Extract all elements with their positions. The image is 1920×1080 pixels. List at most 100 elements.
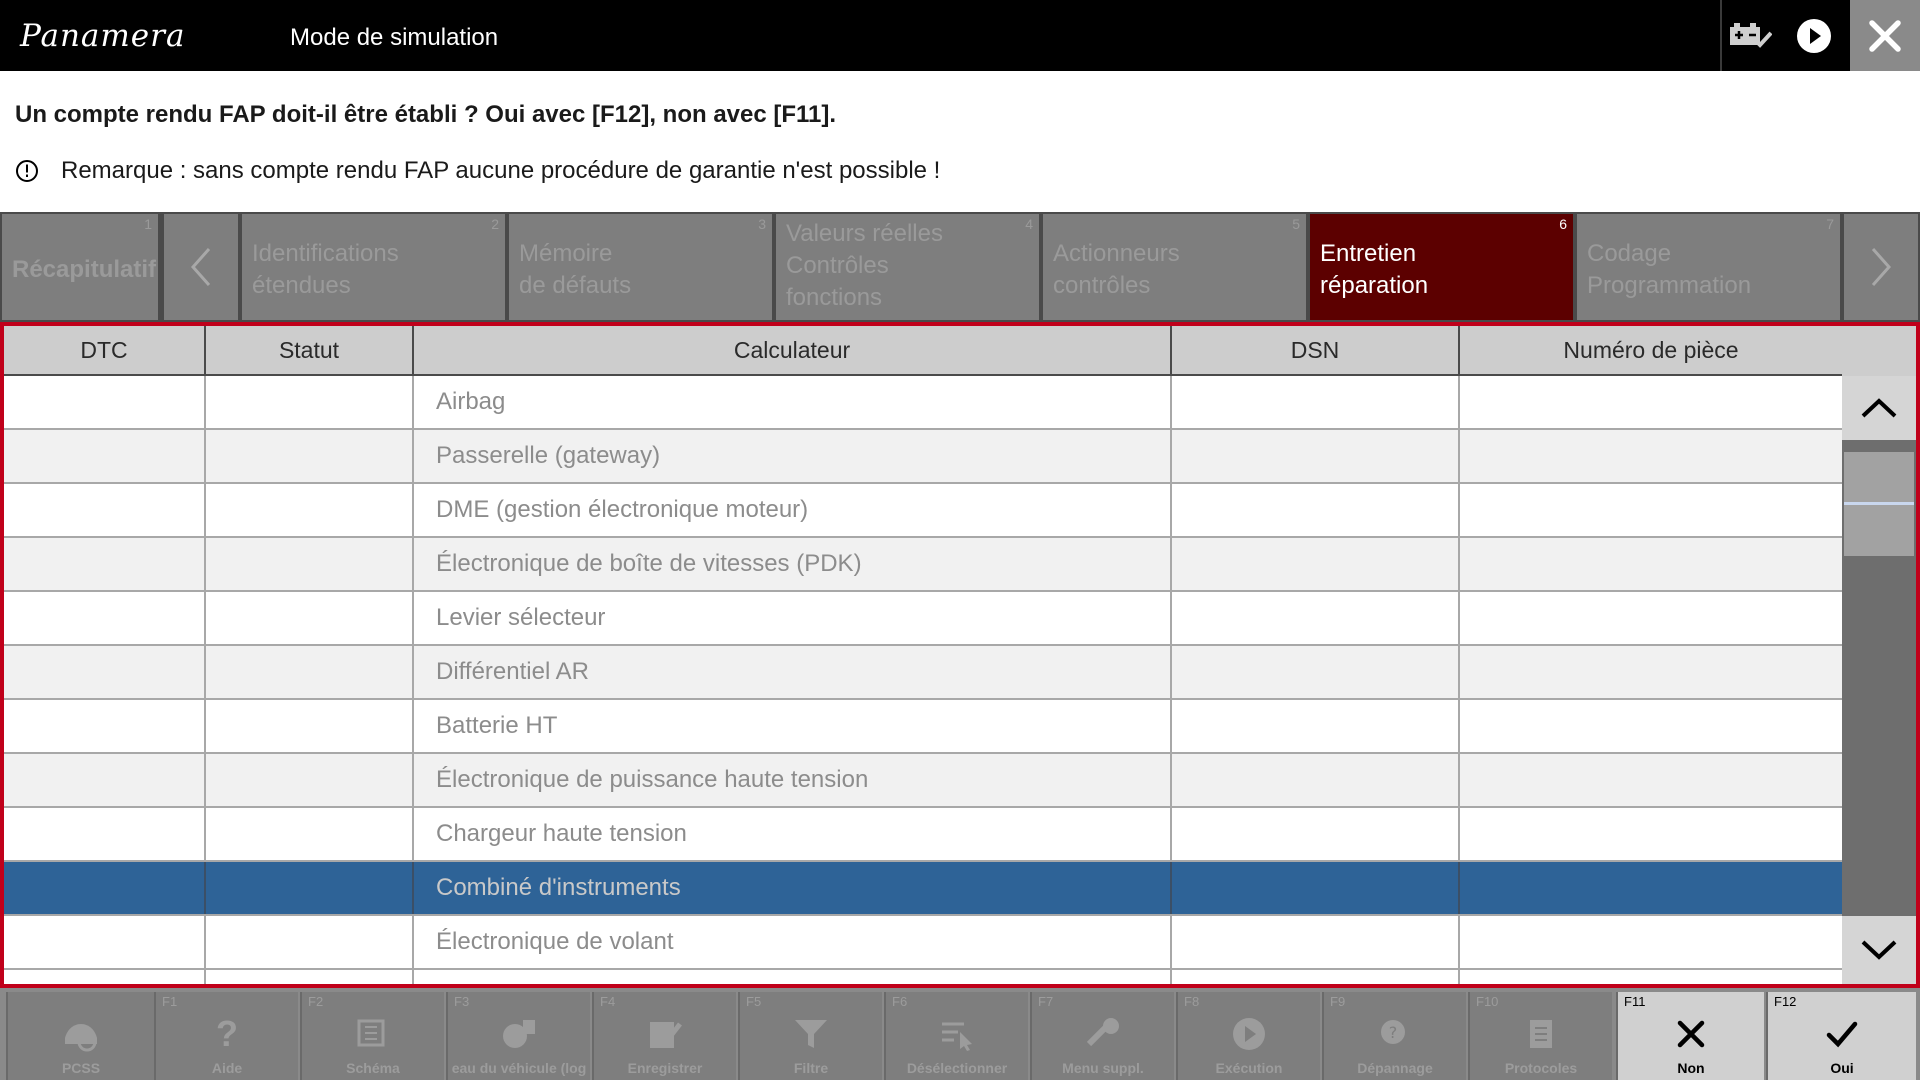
oui-button[interactable]: F12 Oui [1766, 992, 1916, 1080]
tab-actionneurs[interactable]: 5 Actionneurs contrôles [1043, 214, 1308, 320]
filtre-button[interactable]: F5 Filtre [738, 992, 882, 1080]
tab-scroll-left[interactable] [164, 214, 240, 320]
dtc-cell [4, 700, 206, 752]
table-body: Airbag Passerelle (gateway) DME (gestion… [4, 376, 1842, 984]
fkey-label: Désélectionner [906, 1060, 1008, 1076]
title-bar: Panamera Mode de simulation [0, 0, 1920, 71]
fkey-number: F8 [1184, 994, 1200, 1009]
vehicle-log-icon [503, 1020, 535, 1048]
piece-cell [1460, 376, 1842, 428]
tab-entretien-reparation[interactable]: 6 Entretien réparation [1310, 214, 1575, 320]
column-header-numero-piece[interactable]: Numéro de pièce [1460, 326, 1842, 374]
dsn-cell [1172, 916, 1460, 968]
column-header-calculateur[interactable]: Calculateur [414, 326, 1172, 374]
tab-bar: 1 Récapitulatif 2 Identifications étendu… [0, 212, 1920, 322]
statut-cell [206, 430, 414, 482]
statut-cell [206, 484, 414, 536]
fkey-number: F12 [1774, 994, 1797, 1009]
piece-cell [1460, 700, 1842, 752]
piece-cell [1460, 808, 1842, 860]
fkey-number: F2 [308, 994, 324, 1009]
pcss-button[interactable]: PCSS [6, 992, 154, 1080]
enregistrer-button[interactable]: F4 Enregistrer [592, 992, 736, 1080]
scroll-up-button[interactable] [1842, 376, 1916, 440]
fkey-label: Exécution [1215, 1060, 1283, 1076]
svg-text:?: ? [1389, 1023, 1398, 1042]
ecu-table: DTC Statut Calculateur DSN Numéro de piè… [0, 322, 1920, 988]
fkey-label: PCSS [61, 1060, 101, 1076]
filter-icon [795, 1020, 827, 1048]
fkey-number: F11 [1624, 994, 1646, 1009]
check-icon [1826, 1021, 1858, 1048]
dtc-cell [4, 376, 206, 428]
dsn-cell [1172, 754, 1460, 806]
aide-button[interactable]: F1 ? Aide [154, 992, 298, 1080]
scroll-thumb[interactable] [1844, 452, 1914, 556]
car-wrench-icon [65, 1024, 97, 1052]
play-icon[interactable] [1786, 0, 1842, 71]
run-icon [1233, 1018, 1265, 1050]
dsn-cell [1172, 538, 1460, 590]
vehicle-log-button[interactable]: F3 eau du véhicule (log [446, 992, 590, 1080]
fkey-label: Schéma [346, 1060, 400, 1076]
function-key-bar: PCSS F1 ? Aide F2 Schéma F3 eau du véhic… [0, 988, 1920, 1080]
tab-label: Mémoire de défauts [519, 240, 632, 299]
fkey-label: Oui [1830, 1060, 1854, 1076]
fkey-label: Menu suppl. [1062, 1060, 1144, 1076]
schema-button[interactable]: F2 Schéma [300, 992, 444, 1080]
calculateur-cell: Différentiel AR [414, 646, 1172, 698]
dsn-cell [1172, 808, 1460, 860]
table-row[interactable]: Différentiel AR [4, 646, 1842, 700]
column-header-statut[interactable]: Statut [206, 326, 414, 374]
menu-suppl-button[interactable]: F7 Menu suppl. [1030, 992, 1174, 1080]
calculateur-cell: Airbag [414, 376, 1172, 428]
tab-identifications[interactable]: 2 Identifications étendues [242, 214, 507, 320]
battery-check-icon[interactable] [1722, 0, 1778, 71]
scroll-down-button[interactable] [1842, 916, 1916, 984]
statut-cell [206, 808, 414, 860]
table-row[interactable]: Chargeur haute tension [4, 808, 1842, 862]
dsn-cell [1172, 862, 1460, 914]
close-button[interactable] [1850, 0, 1920, 71]
tab-memoire-defauts[interactable]: 3 Mémoire de défauts [509, 214, 774, 320]
depannage-button[interactable]: F9 ? Dépannage [1322, 992, 1466, 1080]
table-row[interactable]: Airbag [4, 376, 1842, 430]
fkey-label: Aide [211, 1060, 243, 1076]
table-row[interactable]: Électronique de puissance haute tension [4, 754, 1842, 808]
protocoles-button[interactable]: F10 Protocoles [1468, 992, 1612, 1080]
table-row[interactable]: Électronique de volant [4, 916, 1842, 970]
tab-recapitulatif[interactable]: 1 Récapitulatif [2, 214, 160, 320]
table-row[interactable]: Batterie HT [4, 700, 1842, 754]
calculateur-cell: Passerelle (gateway) [414, 430, 1172, 482]
fkey-number: F6 [892, 994, 908, 1009]
tab-valeurs-reelles[interactable]: 4 Valeurs réelles Contrôles fonctions [776, 214, 1041, 320]
tab-number: 4 [1025, 216, 1033, 232]
chevron-left-icon [190, 248, 211, 286]
dsn-cell [1172, 484, 1460, 536]
table-row[interactable]: DME (gestion électronique moteur) [4, 484, 1842, 538]
deselectionner-button[interactable]: F6 Désélectionner [884, 992, 1028, 1080]
close-icon [1869, 19, 1901, 52]
vertical-scrollbar[interactable] [1842, 326, 1916, 984]
remark-text: Remarque : sans compte rendu FAP aucune … [61, 157, 941, 184]
piece-cell [1460, 592, 1842, 644]
table-row-selected[interactable]: Combiné d'instruments [4, 862, 1842, 916]
fkey-label: Filtre [793, 1060, 829, 1076]
execution-button[interactable]: F8 Exécution [1176, 992, 1320, 1080]
table-row[interactable]: Électronique de boîte de vitesses (PDK) [4, 538, 1842, 592]
fkey-label: Protocoles [1504, 1060, 1578, 1076]
tab-codage-programmation[interactable]: 7 Codage Programmation [1577, 214, 1842, 320]
column-header-dsn[interactable]: DSN [1172, 326, 1460, 374]
troubleshoot-icon: ? [1381, 1020, 1405, 1044]
non-button[interactable]: F11 Non [1616, 992, 1764, 1080]
table-row[interactable]: Levier sélecteur [4, 592, 1842, 646]
table-row[interactable]: Passerelle (gateway) [4, 430, 1842, 484]
column-header-dtc[interactable]: DTC [4, 326, 206, 374]
dsn-cell [1172, 592, 1460, 644]
dtc-cell [4, 754, 206, 806]
extra-menu-icon [1086, 1018, 1119, 1047]
calculateur-cell: Électronique de boîte de vitesses (PDK) [414, 538, 1172, 590]
help-icon: ? [216, 1013, 238, 1054]
tab-scroll-right[interactable] [1844, 214, 1918, 320]
info-alert-icon [16, 160, 38, 182]
